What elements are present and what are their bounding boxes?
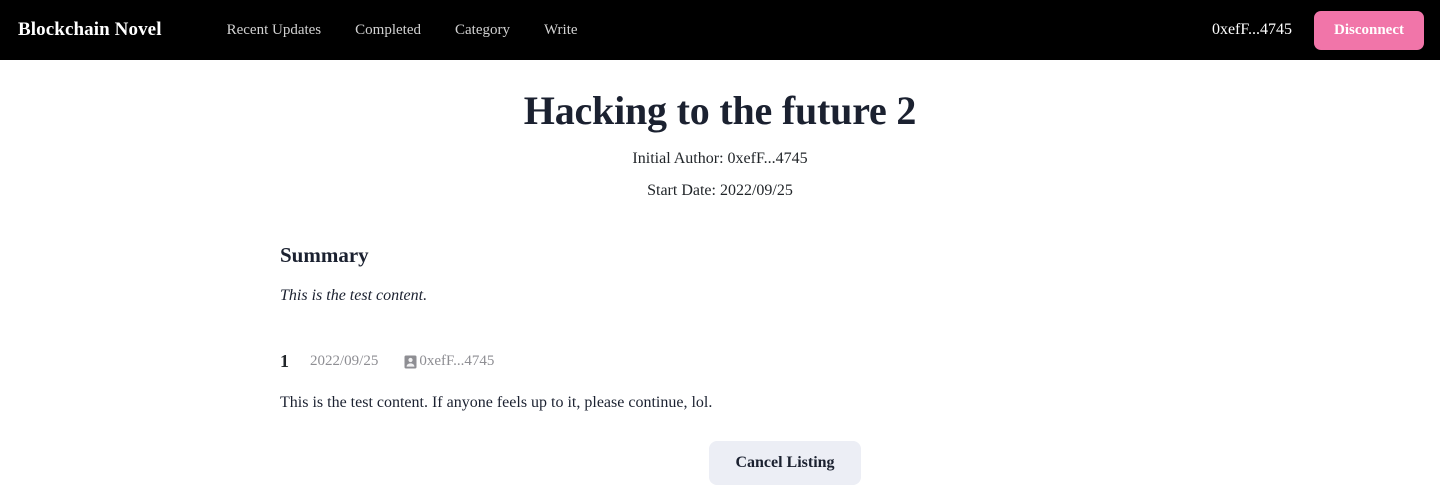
cancel-listing-button[interactable]: Cancel Listing — [709, 441, 861, 485]
chapter-item: 1 2022/09/25 0xefF...4745 This is the te… — [280, 351, 1290, 412]
user-card-icon — [404, 355, 417, 369]
nav-link-category[interactable]: Category — [438, 16, 527, 45]
summary-heading: Summary — [280, 243, 369, 267]
chapter-header: 1 2022/09/25 0xefF...4745 — [280, 351, 1290, 372]
page-title: Hacking to the future 2 — [523, 88, 917, 133]
chapter-body-text: This is the test content. If anyone feel… — [280, 394, 713, 411]
top-navigation-bar: Blockchain Novel Recent Updates Complete… — [0, 0, 1440, 60]
main-nav-links: Recent Updates Completed Category Write — [210, 16, 595, 45]
start-date-label: Start Date: 2022/09/25 — [647, 182, 793, 199]
nav-link-write[interactable]: Write — [527, 16, 595, 45]
navbar-right-section: 0xefF...4745 Disconnect — [1211, 10, 1424, 50]
nav-link-recent-updates[interactable]: Recent Updates — [210, 16, 339, 45]
novel-detail-page: Hacking to the future 2 Initial Author: … — [0, 60, 1440, 485]
nav-link-completed[interactable]: Completed — [338, 16, 438, 45]
summary-text: This is the test content. — [280, 287, 428, 304]
wallet-address-label: 0xefF...4745 — [1211, 21, 1292, 38]
disconnect-button[interactable]: Disconnect — [1314, 10, 1424, 50]
chapter-number: 1 — [280, 351, 289, 371]
action-button-row: Cancel Listing — [280, 441, 1290, 485]
novel-content-container: Summary This is the test content. 1 2022… — [140, 243, 1300, 485]
chapter-date: 2022/09/25 — [310, 353, 379, 369]
novel-title-block: Hacking to the future 2 Initial Author: … — [0, 86, 1440, 200]
chapter-author-address: 0xefF...4745 — [419, 353, 495, 369]
chapter-author: 0xefF...4745 — [404, 353, 494, 370]
initial-author-label: Initial Author: 0xefF...4745 — [632, 150, 808, 167]
site-brand-logo[interactable]: Blockchain Novel — [18, 19, 162, 41]
